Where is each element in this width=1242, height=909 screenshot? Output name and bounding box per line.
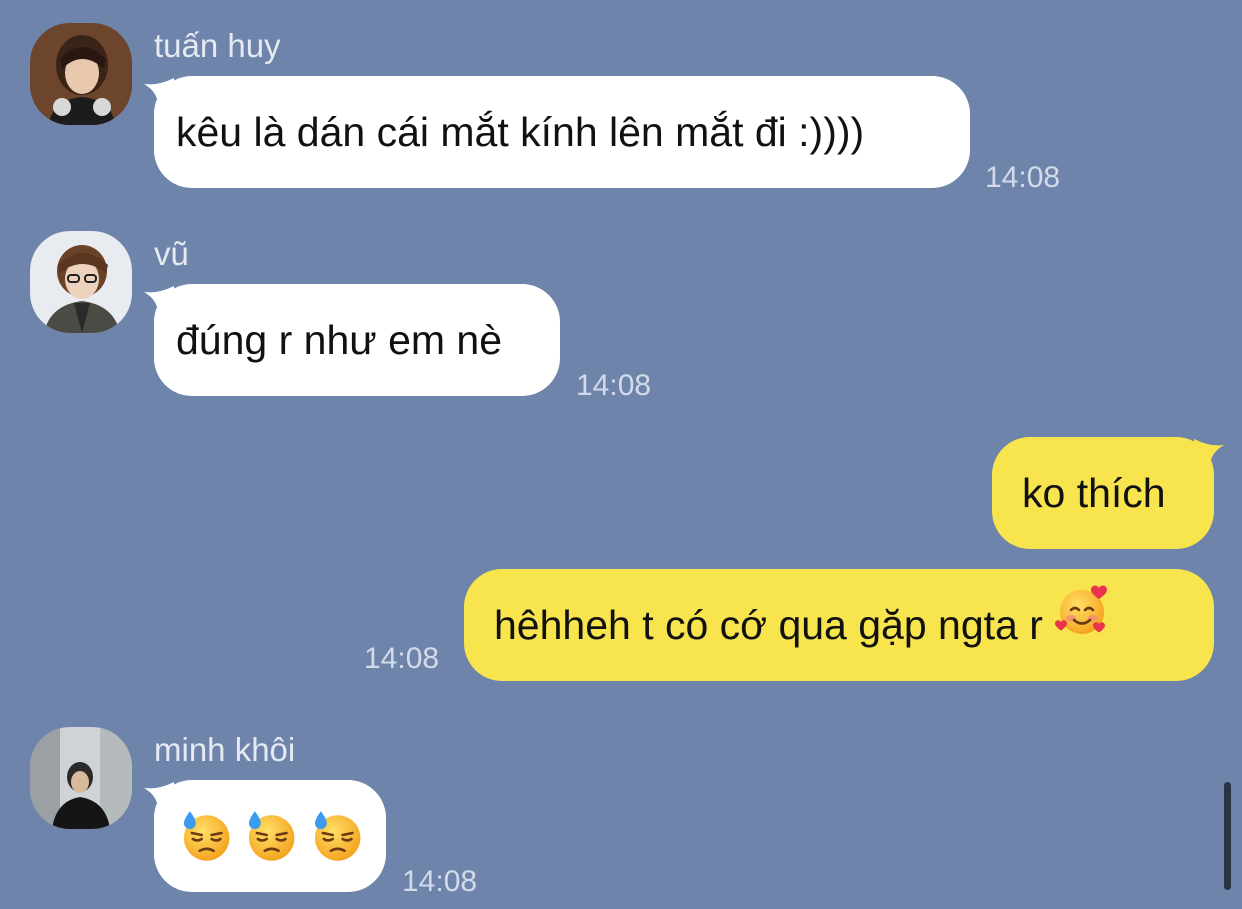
scrollbar[interactable] xyxy=(1224,782,1231,890)
message-bubble[interactable]: hêhheh t có cớ qua gặp ngta r xyxy=(464,569,1214,681)
message-timestamp: 14:08 xyxy=(985,161,1061,194)
smiling-face-with-hearts-icon xyxy=(1054,568,1111,680)
sender-name: minh khôi xyxy=(154,731,296,768)
message-bubble[interactable]: ko thích xyxy=(992,437,1224,549)
downcast-face-with-sweat-icon xyxy=(314,811,361,861)
message-timestamp: 14:08 xyxy=(402,865,478,898)
avatar[interactable] xyxy=(30,727,132,829)
message-timestamp: 14:08 xyxy=(364,642,440,675)
message-text: hêhheh t có cớ qua gặp ngta r xyxy=(494,602,1043,648)
avatar[interactable] xyxy=(30,231,132,333)
message-text: đúng r như em nè xyxy=(176,317,503,363)
avatar-vu-icon xyxy=(30,231,132,333)
message-bubble[interactable] xyxy=(144,780,386,892)
message-bubble[interactable]: đúng r như em nè xyxy=(144,284,560,396)
bubble-tail-icon xyxy=(144,78,174,106)
avatar-minh-khoi-icon xyxy=(30,727,132,829)
downcast-face-with-sweat-icon xyxy=(249,811,295,861)
avatar-tuan-huy-icon xyxy=(30,23,132,125)
bubble-tail-icon xyxy=(144,286,174,314)
sender-name: vũ xyxy=(154,235,189,272)
sender-name: tuấn huy xyxy=(154,27,281,64)
avatar[interactable] xyxy=(30,23,132,125)
message-text: ko thích xyxy=(1022,470,1166,516)
bubble-tail-icon xyxy=(144,782,174,810)
message-bubble[interactable]: kêu là dán cái mắt kính lên mắt đi :)))) xyxy=(144,76,970,188)
emoji-row xyxy=(176,780,364,892)
message-text: kêu là dán cái mắt kính lên mắt đi :)))) xyxy=(176,109,865,155)
downcast-face-with-sweat-icon xyxy=(183,811,230,861)
bubble-tail-icon xyxy=(1194,439,1224,467)
message-timestamp: 14:08 xyxy=(576,369,652,402)
chat-room: tuấn huy kêu là dán cái mắt kính lên mắt… xyxy=(0,0,1242,909)
